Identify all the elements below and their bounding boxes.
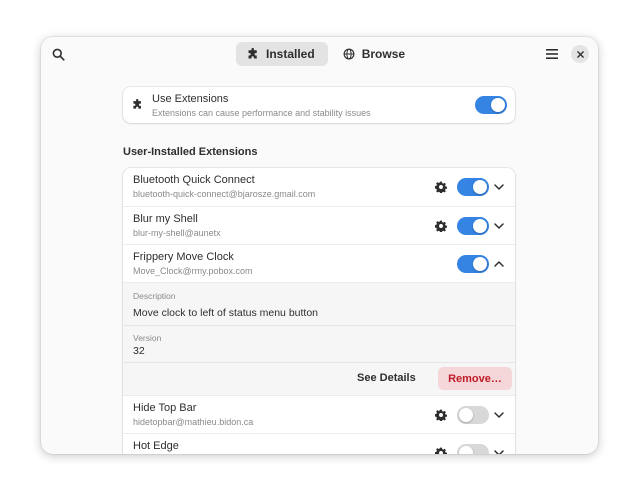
extension-row[interactable]: Hide Top Bar hidetopbar@mathieu.bidon.ca (123, 395, 515, 433)
section-title: User-Installed Extensions (123, 146, 258, 158)
extension-row[interactable]: Frippery Move Clock Move_Clock@rmy.pobox… (123, 244, 515, 282)
tab-installed-label: Installed (266, 47, 315, 61)
use-extensions-switch[interactable] (475, 96, 507, 114)
extension-name: Bluetooth Quick Connect (133, 174, 255, 186)
extension-actions: See Details Remove… (123, 362, 515, 395)
chevron-down-icon[interactable] (493, 181, 505, 193)
extension-uuid: bluetooth-quick-connect@bjarosze.gmail.c… (133, 189, 316, 199)
extension-uuid: Move_Clock@rmy.pobox.com (133, 266, 253, 276)
see-details-button[interactable]: See Details (357, 372, 416, 384)
tab-browse[interactable]: Browse (332, 42, 418, 66)
extension-row[interactable]: Blur my Shell blur-my-shell@aunetx (123, 206, 515, 244)
extension-uuid: blur-my-shell@aunetx (133, 228, 221, 238)
search-icon (52, 48, 65, 61)
header-bar: Installed Browse (41, 37, 598, 71)
use-extensions-card: Use Extensions Extensions can cause perf… (123, 87, 515, 123)
description-label: Description (133, 291, 176, 301)
extension-row[interactable]: Bluetooth Quick Connect bluetooth-quick-… (123, 168, 515, 205)
extension-name: Hot Edge (133, 440, 179, 452)
main-menu-button[interactable] (541, 43, 563, 65)
version-label: Version (133, 333, 162, 343)
extension-enable-switch[interactable] (457, 255, 489, 273)
search-button[interactable] (47, 43, 69, 65)
description-value: Move clock to left of status menu button (133, 307, 319, 319)
details-divider (123, 325, 515, 326)
switch-knob (473, 219, 487, 233)
chevron-down-icon[interactable] (493, 409, 505, 421)
use-extensions-title: Use Extensions (152, 93, 229, 105)
chevron-up-icon[interactable] (493, 258, 505, 270)
gear-icon[interactable] (435, 447, 447, 454)
switch-knob (473, 180, 487, 194)
remove-button[interactable]: Remove… (438, 367, 512, 390)
switch-knob (459, 408, 473, 422)
switch-knob (473, 257, 487, 271)
version-value: 32 (133, 345, 145, 357)
tab-browse-label: Browse (361, 47, 406, 61)
close-window-button[interactable] (571, 45, 589, 63)
globe-icon (343, 48, 355, 60)
extension-name: Frippery Move Clock (133, 251, 234, 263)
extension-enable-switch[interactable] (457, 178, 489, 196)
switch-knob (459, 446, 473, 454)
switch-knob (491, 98, 505, 112)
tab-installed[interactable]: Installed (236, 42, 328, 66)
gear-icon[interactable] (435, 220, 447, 232)
puzzle-icon (248, 48, 257, 59)
extensions-window: Installed Browse Use Extensions Extensio… (41, 37, 598, 454)
puzzle-icon (133, 99, 141, 109)
extension-uuid: hidetopbar@mathieu.bidon.ca (133, 417, 254, 427)
extension-enable-switch[interactable] (457, 406, 489, 424)
gear-icon[interactable] (435, 181, 447, 193)
extension-enable-switch[interactable] (457, 217, 489, 235)
extension-list: Bluetooth Quick Connect bluetooth-quick-… (123, 168, 515, 454)
hamburger-menu-icon (546, 49, 558, 59)
view-switcher: Installed Browse (236, 42, 418, 66)
extension-name: Hide Top Bar (133, 402, 197, 414)
close-icon (576, 50, 584, 58)
gear-icon[interactable] (435, 409, 447, 421)
extension-enable-switch[interactable] (457, 444, 489, 454)
extension-row[interactable]: Hot Edge (123, 433, 515, 454)
extension-name: Blur my Shell (133, 213, 198, 225)
extension-details: Description Move clock to left of status… (123, 282, 515, 363)
remove-button-label: Remove… (448, 372, 502, 385)
chevron-down-icon[interactable] (493, 220, 505, 232)
use-extensions-subtitle: Extensions can cause performance and sta… (152, 108, 371, 118)
chevron-down-icon[interactable] (493, 447, 505, 454)
